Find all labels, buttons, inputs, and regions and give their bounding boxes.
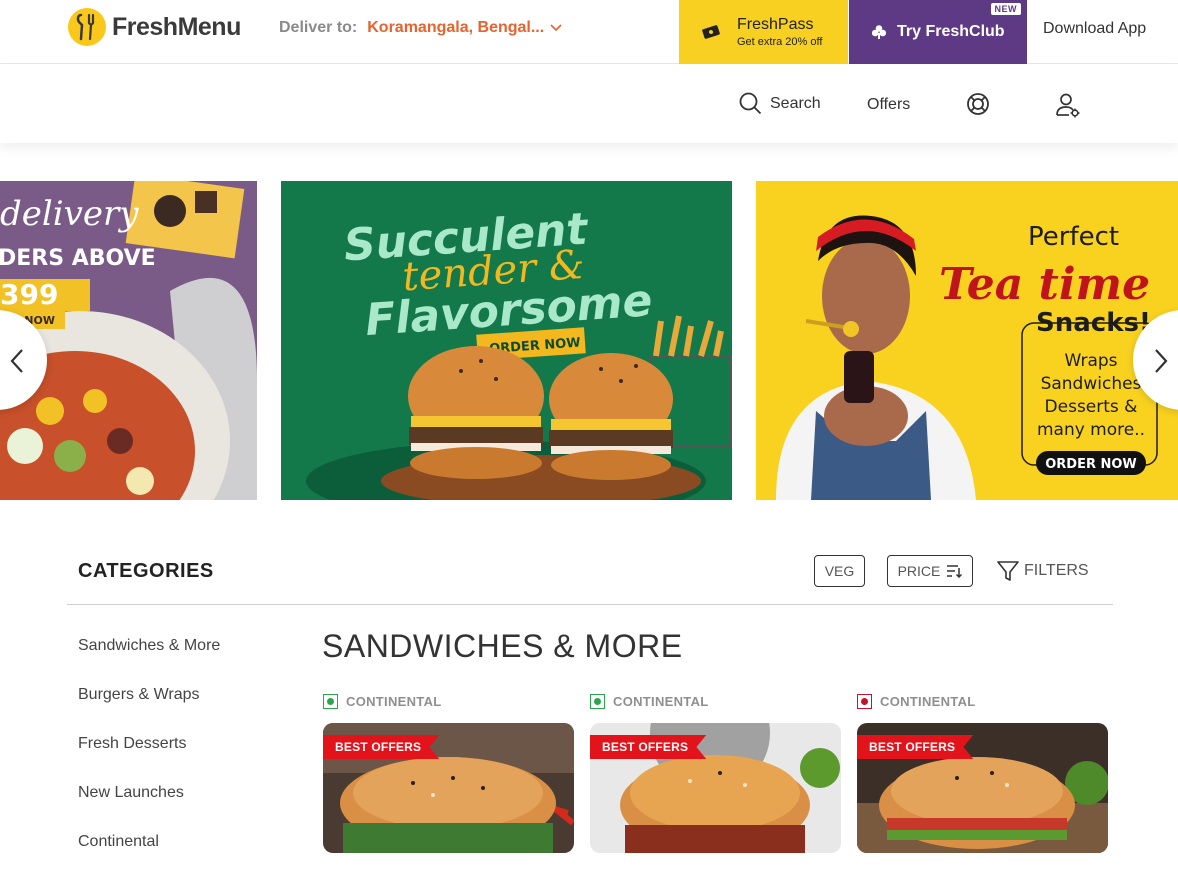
search-icon [739, 92, 762, 115]
best-offer-badge: BEST OFFERS [323, 735, 440, 759]
banner1-line2: DERS ABOVE [0, 246, 156, 271]
sidebar-item-burgers-wraps[interactable]: Burgers & Wraps [78, 685, 220, 734]
secondary-nav: Search Offers [0, 65, 1178, 143]
sidebar-item-continental[interactable]: Continental [78, 832, 220, 881]
product-image[interactable]: BEST OFFERS [323, 723, 574, 853]
sidebar-item-new-launches[interactable]: New Launches [78, 783, 220, 832]
user-account-icon[interactable] [1055, 92, 1081, 123]
freshpass-button[interactable]: FreshPass Get extra 20% off [679, 0, 848, 64]
sidebar-item-sandwiches-more[interactable]: Sandwiches & More [78, 636, 220, 685]
help-lifebuoy-icon[interactable] [966, 92, 990, 121]
veg-indicator-icon [590, 693, 605, 709]
product-card[interactable]: CONTINENTAL BEST OFFERS [323, 692, 574, 853]
freshclub-button[interactable]: Try FreshClub NEW [849, 0, 1027, 64]
freshclub-label: Try FreshClub [897, 23, 1005, 40]
download-app-link[interactable]: Download App [1043, 20, 1146, 38]
product-image[interactable]: BEST OFFERS [590, 723, 841, 853]
funnel-icon [997, 561, 1019, 581]
search-label: Search [770, 94, 821, 112]
banner3-line2: Tea time [939, 259, 1150, 310]
divider [67, 604, 1113, 605]
banner1-line1: delivery [0, 194, 139, 234]
fork-spoon-icon [68, 8, 106, 46]
banner3-list-item: Sandwiches [1041, 374, 1142, 394]
promo-banner-tea-time[interactable]: Perfect Tea time Snacks! Wraps Sandwiche… [756, 181, 1178, 500]
veg-indicator-icon [323, 693, 338, 709]
banner3-line1: Perfect [1028, 222, 1119, 252]
filters-button[interactable]: FILTERS [996, 559, 1089, 583]
best-offer-badge: BEST OFFERS [590, 735, 707, 759]
top-bar: FreshMenu Deliver to: Koramangala, Benga… [0, 0, 1178, 64]
chevron-down-icon [550, 24, 562, 32]
banner3-list-item: many more.. [1037, 420, 1145, 440]
veg-filter-button[interactable]: VEG [814, 555, 865, 587]
price-sort-button[interactable]: PRICE [887, 555, 973, 587]
offers-link[interactable]: Offers [867, 96, 910, 114]
banner1-line3: 399 [0, 278, 58, 311]
search-button[interactable]: Search [739, 92, 821, 115]
freshpass-subtitle: Get extra 20% off [737, 36, 823, 48]
product-image[interactable]: BEST OFFERS [857, 723, 1108, 853]
cuisine-tag: CONTINENTAL [323, 692, 574, 710]
cuisine-label: CONTINENTAL [346, 693, 442, 709]
product-card[interactable]: CONTINENTAL BEST OFFERS [857, 692, 1108, 853]
club-icon [871, 25, 887, 39]
nonveg-indicator-icon [857, 693, 872, 709]
banner3-list-item: Desserts & [1045, 397, 1138, 417]
price-label: PRICE [897, 563, 941, 579]
banner3-cta: ORDER NOW [1045, 457, 1137, 472]
best-offer-badge: BEST OFFERS [857, 735, 974, 759]
ticket-icon [702, 25, 720, 39]
cuisine-label: CONTINENTAL [880, 693, 976, 709]
chevron-left-icon [10, 349, 23, 373]
cuisine-tag: CONTINENTAL [590, 692, 841, 710]
cuisine-label: CONTINENTAL [613, 693, 709, 709]
sort-icon [947, 565, 963, 578]
brand-name: FreshMenu [112, 12, 241, 41]
new-badge: NEW [990, 3, 1021, 15]
category-sidebar: Sandwiches & More Burgers & Wraps Fresh … [78, 636, 220, 881]
delivery-location-selector[interactable]: Deliver to: Koramangala, Bengal... [279, 19, 562, 37]
banner3-list-item: Wraps [1064, 351, 1117, 371]
promo-banner-burgers[interactable]: Succulent tender & Flavorsome ORDER NOW [281, 181, 732, 500]
section-title: SANDWICHES & MORE [322, 628, 683, 664]
freshpass-title: FreshPass [737, 16, 814, 33]
cuisine-tag: CONTINENTAL [857, 692, 1108, 710]
deliver-label: Deliver to: [279, 19, 358, 36]
sidebar-item-fresh-desserts[interactable]: Fresh Desserts [78, 734, 220, 783]
product-card[interactable]: CONTINENTAL BEST OFFERS [590, 692, 841, 853]
deliver-location: Koramangala, Bengal... [367, 19, 545, 36]
categories-heading: CATEGORIES [78, 560, 214, 582]
filters-label: FILTERS [1024, 562, 1089, 579]
brand-logo[interactable]: FreshMenu [68, 8, 241, 46]
chevron-right-icon [1155, 349, 1168, 373]
